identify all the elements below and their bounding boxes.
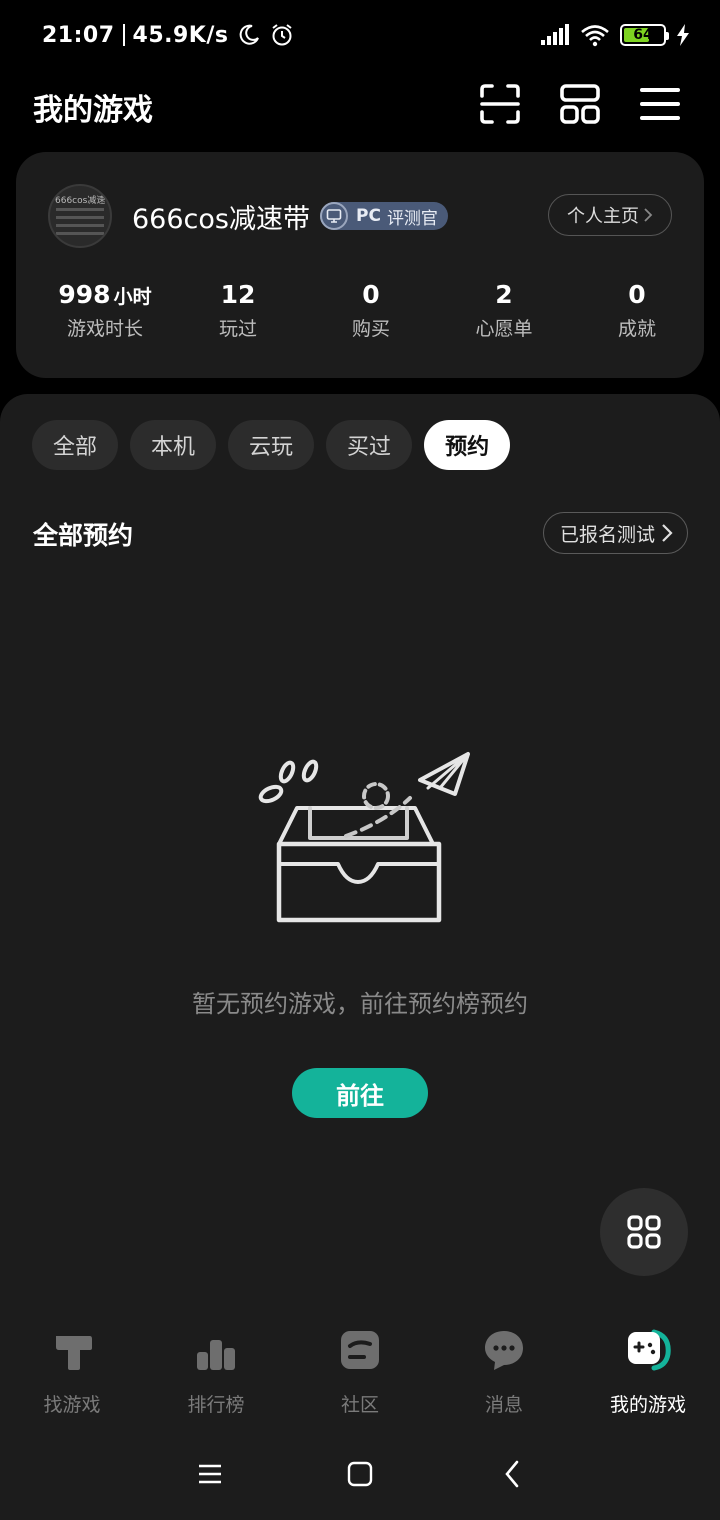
signed-up-tests-button[interactable]: 已报名测试	[542, 512, 688, 554]
status-time: 21:07	[42, 22, 115, 48]
page-title: 我的游戏	[33, 93, 153, 128]
tab-reservations[interactable]: 预约	[424, 420, 511, 470]
menu-lines-icon	[199, 1464, 221, 1484]
stat-played[interactable]: 12 玩过	[171, 278, 305, 341]
filter-tabs: 全部 本机 云玩 买过 预约	[32, 420, 511, 470]
avatar-strip	[56, 224, 104, 227]
stat-label: 成就	[617, 318, 656, 340]
nav-find-games[interactable]: 找游戏	[0, 1326, 144, 1417]
chevron-right-icon	[644, 208, 653, 222]
stat-achievements[interactable]: 0 成就	[570, 278, 704, 341]
signal-icon	[541, 24, 569, 45]
reviewer-badge[interactable]: PC 评测官	[320, 202, 448, 230]
monitor-icon	[320, 202, 348, 230]
nav-rankings[interactable]: 排行榜	[144, 1326, 288, 1417]
ranking-icon	[197, 1329, 235, 1370]
avatar-strip	[56, 216, 104, 219]
grid-layout-icon[interactable]	[558, 82, 602, 126]
find-game-icon	[56, 1336, 92, 1370]
badge-label: 评测官	[386, 208, 438, 229]
chevron-right-icon	[662, 524, 673, 542]
stat-value: 12	[220, 280, 256, 309]
stat-playtime[interactable]: 998 小时 游戏时长	[38, 278, 172, 341]
stat-value: 2	[495, 280, 513, 309]
back-button[interactable]	[492, 1458, 532, 1490]
back-arrow-icon	[505, 1460, 519, 1488]
signed-up-tests-label: 已报名测试	[559, 523, 655, 546]
menu-icon[interactable]	[638, 82, 682, 126]
battery-icon: 64	[620, 24, 669, 46]
message-icon	[485, 1331, 523, 1370]
tab-local[interactable]: 本机	[130, 420, 217, 470]
profile-card[interactable]: 666cos减速带 666cos减速带 PC 评测官 个人主页 998 小时 游戏…	[16, 152, 704, 378]
status-bar: 21:07 45.9K/s 64	[0, 0, 720, 70]
alarm-icon	[271, 24, 292, 46]
recents-button[interactable]	[190, 1458, 230, 1490]
moon-icon	[239, 24, 259, 45]
tab-purchased[interactable]: 买过	[326, 420, 413, 470]
community-icon	[341, 1331, 379, 1369]
nav-label: 消息	[484, 1394, 523, 1416]
main-panel: 全部 本机 云玩 买过 预约 全部预约 已报名测试 暂无预约游戏，前往预约榜预约…	[0, 394, 720, 1310]
stat-value: 0	[362, 280, 380, 309]
apps-grid-icon	[627, 1215, 661, 1249]
nav-label: 社区	[340, 1394, 379, 1416]
nav-messages[interactable]: 消息	[432, 1326, 576, 1417]
tab-all[interactable]: 全部	[32, 420, 119, 470]
homepage-button-label: 个人主页	[567, 206, 639, 227]
stat-label: 购买	[351, 318, 390, 340]
username[interactable]: 666cos减速带	[132, 197, 310, 236]
go-button[interactable]: 前往	[292, 1068, 428, 1118]
stat-label: 心愿单	[475, 318, 533, 340]
nav-label: 排行榜	[187, 1394, 245, 1416]
status-left: 21:07 45.9K/s	[42, 20, 295, 50]
bottom-nav: 找游戏 排行榜 社区 消息 我的游戏	[0, 1310, 720, 1430]
nav-label: 我的游戏	[609, 1394, 686, 1416]
stat-label: 玩过	[218, 318, 257, 340]
empty-inbox-illustration	[258, 752, 470, 923]
charging-icon	[677, 24, 689, 46]
stat-wishlist[interactable]: 2 心愿单	[437, 278, 571, 341]
home-square-icon	[347, 1461, 373, 1487]
section-title: 全部预约	[33, 521, 134, 550]
nav-label: 找游戏	[43, 1394, 101, 1416]
network-speed: 45.9K/s	[132, 22, 229, 48]
wifi-icon	[581, 25, 609, 47]
battery-level: 64	[633, 27, 653, 43]
stat-value: 998	[58, 280, 111, 309]
homepage-button[interactable]: 个人主页	[548, 194, 672, 236]
scan-icon[interactable]	[478, 82, 522, 126]
floating-apps-button[interactable]	[600, 1188, 688, 1276]
home-button[interactable]	[340, 1458, 380, 1490]
nav-community[interactable]: 社区	[288, 1326, 432, 1417]
empty-message: 暂无预约游戏，前往预约榜预约	[192, 990, 528, 1018]
stat-purchased[interactable]: 0 购买	[304, 278, 438, 341]
status-divider	[122, 24, 125, 46]
tab-cloud[interactable]: 云玩	[228, 420, 315, 470]
avatar-strip	[56, 208, 104, 211]
avatar-strip	[56, 232, 104, 235]
avatar-label: 666cos减速带	[55, 196, 112, 206]
top-header: 我的游戏	[0, 70, 720, 140]
badge-prefix: PC	[356, 206, 381, 226]
system-nav-bar	[0, 1430, 720, 1520]
stat-label: 游戏时长	[66, 318, 143, 340]
battery-cap	[666, 32, 669, 40]
my-games-icon	[628, 1329, 671, 1371]
stat-unit: 小时	[113, 286, 152, 308]
stat-value: 0	[628, 280, 646, 309]
nav-my-games[interactable]: 我的游戏	[576, 1326, 720, 1417]
status-right: 64	[540, 22, 690, 48]
avatar[interactable]: 666cos减速带	[48, 184, 112, 248]
